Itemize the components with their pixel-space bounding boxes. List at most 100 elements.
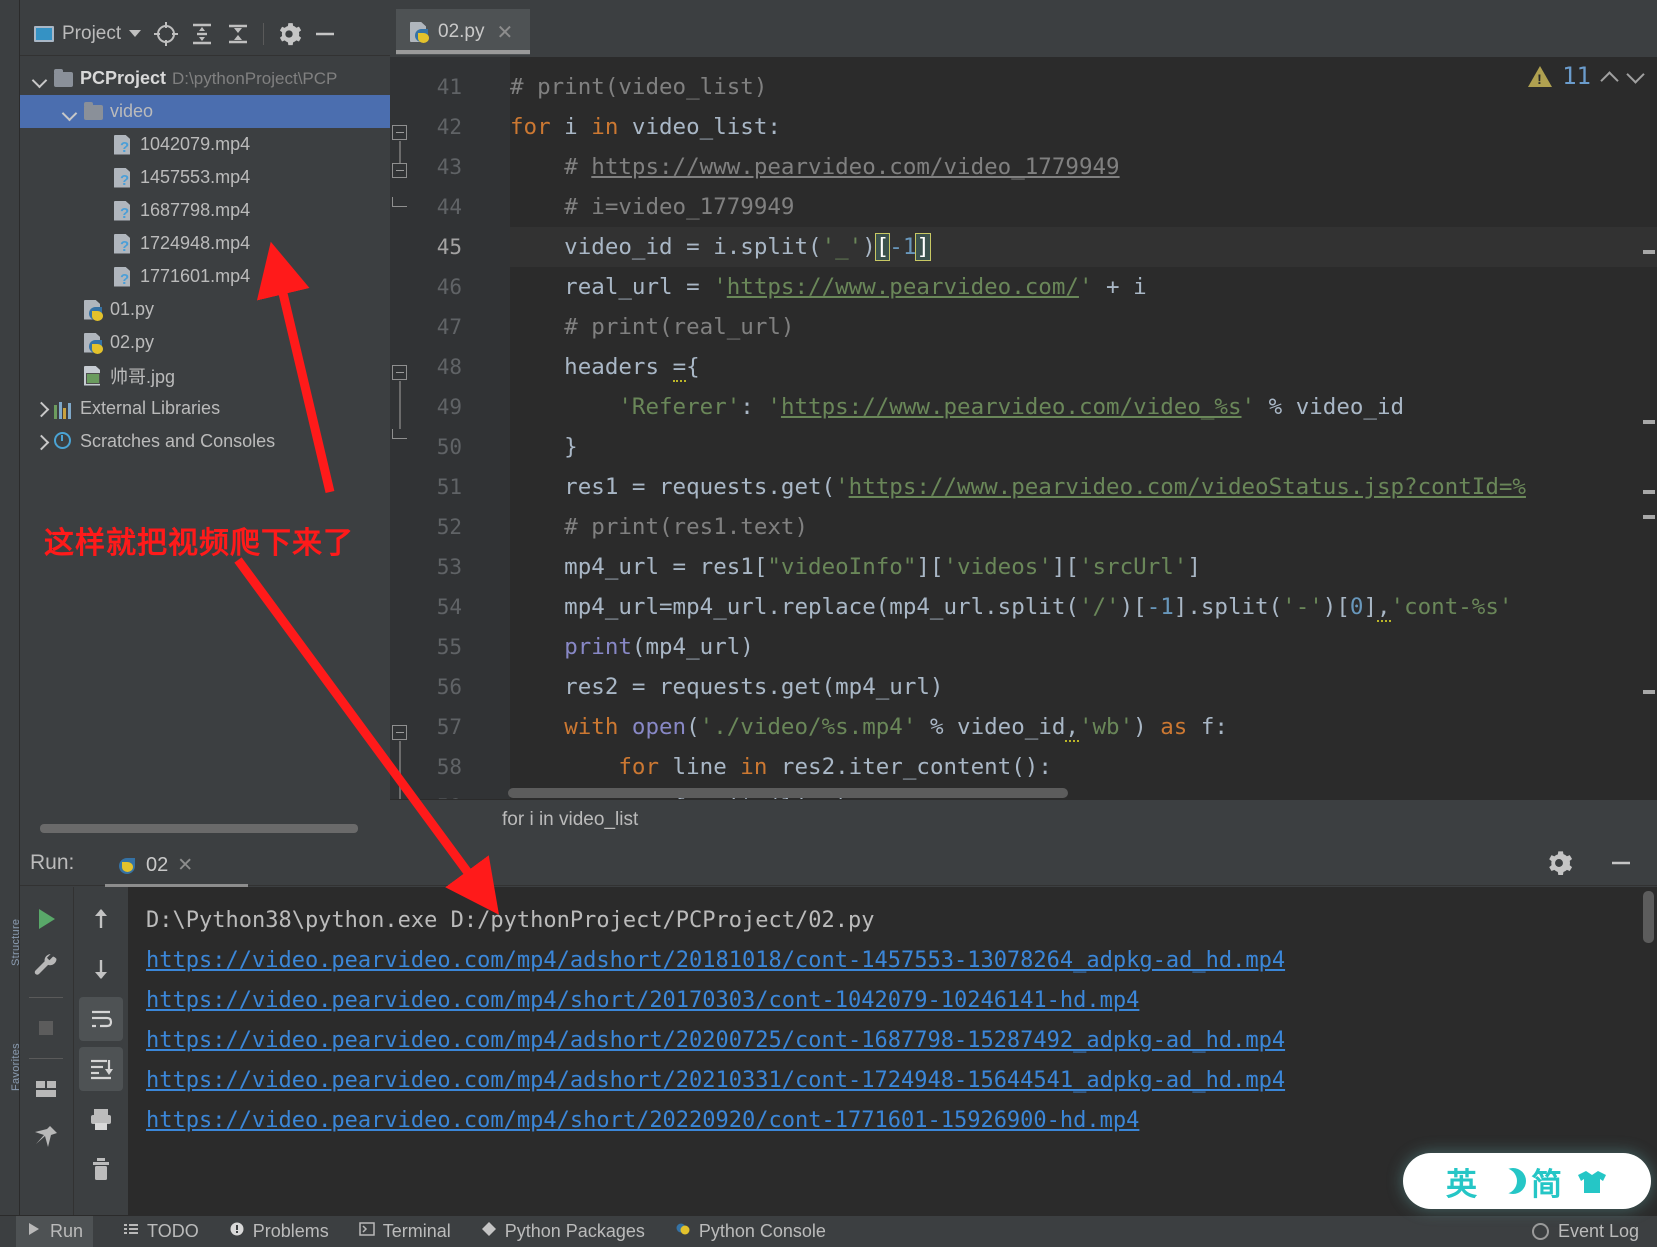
moon-icon[interactable] [1491, 1168, 1517, 1194]
statusbar-item-todo[interactable]: TODO [123, 1221, 199, 1242]
console-link[interactable]: https://video.pearvideo.com/mp4/adshort/… [146, 1021, 1657, 1061]
statusbar-item-label: Terminal [382, 1221, 451, 1241]
minimize-icon[interactable] [1607, 849, 1635, 882]
run-play-icon [26, 1221, 42, 1242]
console-command: D:\Python38\python.exe D:/pythonProject/… [146, 908, 875, 933]
chevron-down-icon[interactable] [32, 71, 48, 87]
code-line[interactable]: # i=video_1779949 [510, 187, 1657, 227]
pin-icon[interactable] [24, 1115, 68, 1159]
code-line[interactable]: # print(video_list) [510, 67, 1657, 107]
tree-item-jpg[interactable]: 帅哥.jpg [20, 359, 390, 392]
layout-icon[interactable] [24, 1067, 68, 1111]
code-line[interactable]: real_url = 'https://www.pearvideo.com/' … [510, 267, 1657, 307]
code-line[interactable]: for line in res2.iter_content(): [510, 747, 1657, 787]
editor-vscrollbar[interactable] [1643, 70, 1655, 770]
python-file-icon [410, 22, 430, 43]
code-line[interactable]: # print(res1.text) [510, 507, 1657, 547]
down-arrow-icon[interactable] [79, 947, 123, 991]
code-line[interactable]: res1 = requests.get('https://www.pearvid… [510, 467, 1657, 507]
code-line[interactable]: video_id = i.split('_')[-1] [510, 227, 1657, 267]
settings-gear-icon[interactable] [1545, 849, 1573, 882]
code-line[interactable]: headers ={ [510, 347, 1657, 387]
editor-hscrollbar[interactable] [508, 788, 1068, 798]
image-file-icon [84, 365, 104, 386]
tab-label: 02.py [438, 21, 485, 42]
ime-lang-label[interactable]: 英 [1446, 1159, 1477, 1204]
tree-item-1042079mp4[interactable]: ? 1042079.mp4 [20, 128, 390, 161]
statusbar-item-terminal[interactable]: Terminal [358, 1221, 451, 1242]
run-panel: Run: 02 ✕ D:\Python38\python.exe D:/pyth… [20, 840, 1657, 1215]
tree-item-01py[interactable]: 01.py [20, 293, 390, 326]
chevron-right-icon[interactable] [32, 434, 48, 450]
statusbar-item-python-packages[interactable]: Python Packages [481, 1221, 645, 1242]
settings-gear-icon[interactable] [272, 17, 306, 51]
close-icon[interactable]: ✕ [177, 854, 193, 877]
statusbar-item-label: Problems [252, 1221, 329, 1241]
unknown-file-icon: ? [114, 233, 134, 255]
previous-problem-icon[interactable] [1601, 68, 1617, 84]
tree-item-label: Scratches and Consoles [80, 431, 276, 451]
shirt-icon[interactable] [1576, 1165, 1608, 1197]
code-line[interactable]: mp4_url=mp4_url.replace(mp4_url.split('/… [510, 587, 1657, 627]
tab-02py[interactable]: 02.py ✕ [396, 9, 530, 55]
code-line[interactable]: with open('./video/%s.mp4' % video_id,'w… [510, 707, 1657, 747]
run-tab-02[interactable]: 02 ✕ [105, 844, 205, 886]
code-line[interactable]: print(mp4_url) [510, 627, 1657, 667]
tree-item-scratchesandconsoles[interactable]: Scratches and Consoles [20, 425, 390, 458]
console-link[interactable]: https://video.pearvideo.com/mp4/adshort/… [146, 941, 1657, 981]
next-problem-icon[interactable] [1627, 68, 1643, 84]
code-line[interactable]: 'Referer': 'https://www.pearvideo.com/vi… [510, 387, 1657, 427]
code-line[interactable]: mp4_url = res1["videoInfo"]['videos']['s… [510, 547, 1657, 587]
collapse-all-icon[interactable] [221, 17, 255, 51]
chevron-right-icon[interactable] [32, 401, 48, 417]
project-hscrollbar[interactable] [40, 824, 400, 833]
statusbar-event-log[interactable]: Event Log [1531, 1221, 1639, 1242]
wrench-icon[interactable] [24, 945, 68, 989]
console-link[interactable]: https://video.pearvideo.com/mp4/short/20… [146, 981, 1657, 1021]
chevron-down-icon[interactable] [62, 104, 78, 120]
tree-item-pcproject[interactable]: PCProject D:\pythonProject\PCP [20, 62, 390, 95]
statusbar-item-python-console[interactable]: Python Console [675, 1221, 826, 1242]
console-link[interactable]: https://video.pearvideo.com/mp4/short/20… [146, 1101, 1657, 1141]
tree-item-02py[interactable]: 02.py [20, 326, 390, 359]
console-vscrollbar[interactable] [1643, 891, 1654, 943]
tree-item-1771601mp4[interactable]: ? 1771601.mp4 [20, 260, 390, 293]
ime-script-label[interactable]: 简 [1531, 1159, 1562, 1204]
close-icon[interactable]: ✕ [496, 20, 513, 45]
tree-item-1457553mp4[interactable]: ? 1457553.mp4 [20, 161, 390, 194]
inspection-indicator[interactable]: 11 [1528, 62, 1643, 90]
rerun-play-icon[interactable] [24, 897, 68, 941]
project-view-selector[interactable]: Project [28, 19, 147, 49]
project-toolbar: Project [20, 12, 390, 56]
print-icon[interactable] [79, 1097, 123, 1141]
code-line[interactable]: } [510, 427, 1657, 467]
trash-icon[interactable] [79, 1147, 123, 1191]
statusbar-item-run[interactable]: Run [16, 1215, 94, 1247]
statusbar-item-problems[interactable]: Problems [229, 1221, 329, 1242]
editor-body[interactable]: 41 42 43 44 45 46 47 48 49 50 51 52 53 54 55 56 57 58 59 #… [390, 57, 1657, 799]
unknown-file-icon: ? [114, 134, 134, 156]
unknown-file-icon: ? [114, 266, 134, 288]
up-arrow-icon[interactable] [79, 897, 123, 941]
locate-icon[interactable] [149, 17, 183, 51]
statusbar-item-label: TODO [147, 1221, 199, 1241]
tree-item-1687798mp4[interactable]: ? 1687798.mp4 [20, 194, 390, 227]
code-line[interactable]: res2 = requests.get(mp4_url) [510, 667, 1657, 707]
code-content[interactable]: # print(video_list) for i in video_list: … [510, 57, 1657, 799]
tree-item-video[interactable]: video [20, 95, 390, 128]
stop-icon[interactable] [24, 1006, 68, 1050]
tree-item-1724948mp4[interactable]: ? 1724948.mp4 [20, 227, 390, 260]
breadcrumb[interactable]: for i in video_list [390, 799, 1657, 840]
ime-language-widget[interactable]: 英 简 [1403, 1153, 1651, 1209]
code-line[interactable]: # https://www.pearvideo.com/video_177994… [510, 147, 1657, 187]
problems-icon [229, 1221, 245, 1242]
code-line[interactable]: # print(real_url) [510, 307, 1657, 347]
expand-all-icon[interactable] [185, 17, 219, 51]
minimize-icon[interactable] [308, 17, 342, 51]
code-line[interactable]: for i in video_list: [510, 107, 1657, 147]
scroll-to-end-icon[interactable] [79, 1047, 123, 1091]
soft-wrap-icon[interactable] [79, 997, 123, 1041]
tree-item-externallibraries[interactable]: External Libraries [20, 392, 390, 425]
console-link[interactable]: https://video.pearvideo.com/mp4/adshort/… [146, 1061, 1657, 1101]
